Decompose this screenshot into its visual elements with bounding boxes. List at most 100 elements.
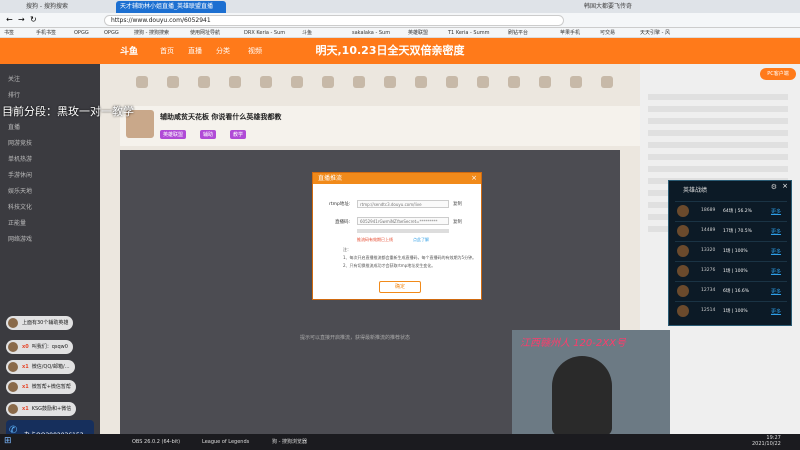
webcam-overlay: 江西赣州人 120-2XX号 (512, 330, 670, 442)
hero-points: 13320 (701, 248, 716, 253)
sidebar-item[interactable]: 科技文化 (8, 202, 32, 211)
nav-category[interactable]: 分类 (216, 46, 230, 56)
danmaku-bubble: 上面有30个辅助英雄 (6, 316, 74, 330)
activity-icon[interactable] (283, 76, 311, 90)
settings-icon[interactable]: ⚙ (771, 183, 777, 191)
code-field[interactable]: 6052941rGwmiNZYaeSecret=********* (357, 217, 449, 225)
gift-icon (384, 76, 396, 88)
bookmark-item[interactable]: 手机书签 (36, 28, 56, 38)
sidebar-item[interactable]: 娱乐天地 (8, 186, 32, 195)
bookmark-item[interactable]: 书签 (4, 28, 14, 38)
hero-action-link[interactable]: 更多 (771, 288, 781, 295)
bookmark-item[interactable]: 英雄联盟 (408, 28, 428, 38)
bookmark-item[interactable]: 刷钻平台 (508, 28, 528, 38)
promo-banner[interactable]: 明天,10.23日全天双倍亲密度 (280, 40, 500, 62)
hero-points: 14489 (701, 228, 716, 233)
hero-action-link[interactable]: 更多 (771, 308, 781, 315)
activity-icon[interactable] (190, 76, 218, 90)
bookmark-item[interactable]: 可交易 (600, 28, 615, 38)
gift-icon (229, 76, 241, 88)
bookmark-item[interactable]: 苹果手机 (560, 28, 580, 38)
gift-icon (136, 76, 148, 88)
hero-action-link[interactable]: 更多 (771, 248, 781, 255)
chat-message (648, 154, 788, 160)
gift-count: x1 (22, 406, 29, 412)
hero-action-link[interactable]: 更多 (771, 228, 781, 235)
copy-code-button[interactable]: 复制 (453, 219, 462, 225)
hero-avatar (677, 265, 689, 277)
site-logo[interactable]: 斗鱼 (120, 44, 138, 57)
activity-icon[interactable] (314, 76, 342, 90)
refresh-icon[interactable]: ↻ (30, 15, 37, 24)
confirm-button[interactable]: 确定 (379, 281, 421, 293)
activity-icon[interactable] (407, 76, 435, 90)
bookmark-item[interactable]: OPGG (104, 28, 119, 38)
close-icon[interactable]: × (471, 173, 477, 184)
sidebar-item[interactable]: 排行 (8, 90, 20, 99)
activity-icon[interactable] (221, 76, 249, 90)
activity-icon[interactable] (562, 76, 590, 90)
activity-icon[interactable] (376, 76, 404, 90)
bookmark-item[interactable]: sakalaka - Sum (352, 28, 390, 38)
gift-icon (322, 76, 334, 88)
gift-icon (415, 76, 427, 88)
browser-tab[interactable]: 搜狗 - 搜狗搜索 (22, 1, 112, 13)
activity-icon[interactable] (469, 76, 497, 90)
rtmp-label: rtmp地址: (329, 202, 351, 207)
bookmark-item[interactable]: OPGG (74, 28, 89, 38)
room-tag[interactable]: 辅助 (200, 130, 217, 139)
bookmark-item[interactable]: 使用网址导航 (190, 28, 220, 38)
back-icon[interactable]: ← (6, 15, 13, 24)
sidebar-item[interactable]: 直播 (8, 122, 20, 131)
windows-icon[interactable]: ⊞ (4, 436, 12, 446)
bookmark-item[interactable]: 斗鱼 (302, 28, 312, 38)
gift-icon (570, 76, 582, 88)
sidebar-item[interactable]: 手游休闲 (8, 170, 32, 179)
activity-icon[interactable] (438, 76, 466, 90)
pc-client-button[interactable]: PC客户端 (760, 68, 796, 80)
bookmark-item[interactable]: 搜狗 - 搜狗搜索 (134, 28, 169, 38)
gift-icon (260, 76, 272, 88)
hero-action-link[interactable]: 更多 (771, 208, 781, 215)
bookmark-item[interactable]: 天天引擎 - 风 (640, 28, 670, 38)
close-icon[interactable]: × (782, 182, 788, 190)
nav-video[interactable]: 视频 (248, 46, 262, 56)
rtmp-field[interactable]: rtmp://sendtc3.douyu.com/live (357, 200, 449, 208)
room-tag[interactable]: 教学 (230, 130, 247, 139)
room-tag[interactable]: 英雄联盟 (160, 130, 187, 139)
activity-icon[interactable] (593, 76, 621, 90)
browser-tab-active[interactable]: 天才辅助林小姐直播_英雄联盟直播 (116, 1, 226, 13)
hero-panel-title: 英雄战绩 (683, 187, 708, 194)
sidebar-item[interactable]: 关注 (8, 74, 20, 83)
bookmark-item[interactable]: DRX Keria - Sum (244, 28, 285, 38)
copy-rtmp-button[interactable]: 复制 (453, 201, 462, 207)
hero-action-link[interactable]: 更多 (771, 268, 781, 275)
activity-icon[interactable] (159, 76, 187, 90)
hero-row: 18689 64场 | 56.2% 更多 (675, 201, 787, 220)
taskbar-app-obs[interactable]: OBS 26.0.2 (64-bit) (128, 436, 194, 448)
forward-icon[interactable]: → (18, 15, 25, 24)
activity-icon[interactable] (500, 76, 528, 90)
learn-more-link[interactable]: 点此了解 (413, 237, 429, 243)
activity-icon[interactable] (345, 76, 373, 90)
activity-icon[interactable] (252, 76, 280, 90)
activity-icon[interactable] (531, 76, 559, 90)
taskbar-app-lol[interactable]: League of Legends (198, 436, 264, 448)
sidebar-item[interactable]: 网游竞技 (8, 138, 32, 147)
url-input[interactable]: https://www.douyu.com/6052941 (104, 15, 564, 26)
sidebar-item[interactable]: 网络游戏 (8, 234, 32, 243)
nav-live[interactable]: 直播 (188, 46, 202, 56)
taskbar-app-browser[interactable]: 狗 - 搜狗浏览器 (268, 436, 334, 448)
sidebar-item[interactable]: 单机热游 (8, 154, 32, 163)
hero-record: 1场 | 100% (723, 269, 748, 274)
bookmark-item[interactable]: T1 Keria - Summ (448, 28, 490, 38)
browser-tab-right[interactable]: 韩国大都要飞传奇 (580, 1, 660, 13)
nav-home[interactable]: 首页 (160, 46, 174, 56)
hero-row: 12514 1场 | 100% 更多 (675, 301, 787, 320)
hero-points: 12734 (701, 288, 716, 293)
activity-icon[interactable] (128, 76, 156, 90)
sidebar-item[interactable]: 正能量 (8, 218, 26, 227)
note-2: 2、只有切换推流成功才会获取rtmp地址发生变化。 (343, 263, 436, 268)
gift-icon (198, 76, 210, 88)
clock-date: 2021/10/22 (752, 441, 781, 447)
